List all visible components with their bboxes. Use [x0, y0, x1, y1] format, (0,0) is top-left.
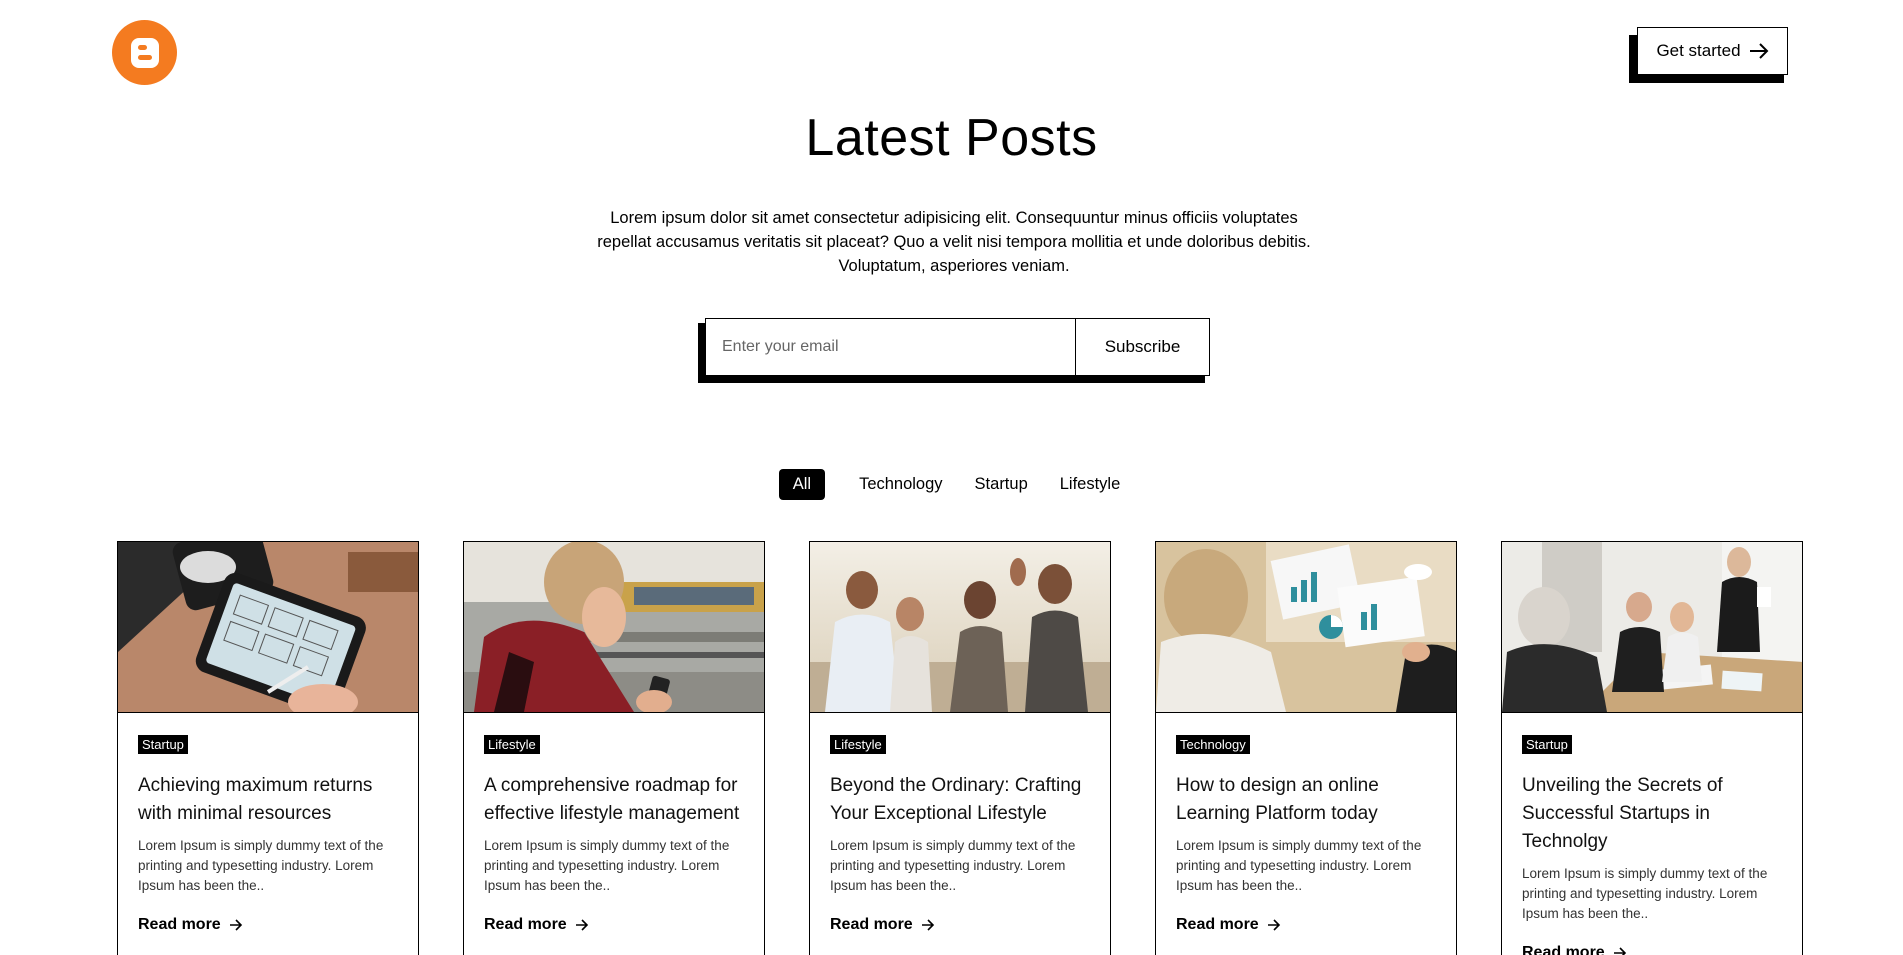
read-more-label: Read more — [138, 916, 221, 933]
post-title[interactable]: Achieving maximum returns with minimal r… — [138, 772, 398, 828]
subscribe-button[interactable]: Subscribe — [1075, 319, 1209, 375]
arrow-right-icon — [921, 919, 934, 931]
post-tag[interactable]: Lifestyle — [830, 735, 886, 754]
subscribe-form: Subscribe — [705, 318, 1210, 376]
post-tag[interactable]: Lifestyle — [484, 735, 540, 754]
post-card[interactable]: Lifestyle A comprehensive roadmap for ef… — [463, 541, 765, 955]
post-title[interactable]: Unveiling the Secrets of Successful Star… — [1522, 772, 1782, 856]
post-title[interactable]: Beyond the Ordinary: Crafting Your Excep… — [830, 772, 1090, 828]
post-tag[interactable]: Startup — [138, 735, 188, 754]
get-started-label: Get started — [1656, 41, 1741, 60]
tablet-wireframe-photo — [118, 542, 418, 712]
post-image — [118, 542, 418, 713]
read-more-link[interactable]: Read more — [1176, 916, 1436, 934]
post-excerpt: Lorem Ipsum is simply dummy text of the … — [1176, 838, 1422, 893]
post-image — [1502, 542, 1802, 713]
post-tag[interactable]: Technology — [1176, 735, 1250, 754]
arrow-right-icon — [1267, 919, 1280, 931]
blogger-logo[interactable] — [112, 20, 177, 85]
post-card[interactable]: Startup Unveiling the Secrets of Success… — [1501, 541, 1803, 955]
post-card[interactable]: Lifestyle Beyond the Ordinary: Crafting … — [809, 541, 1111, 955]
read-more-link[interactable]: Read more — [1522, 944, 1782, 955]
post-image — [464, 542, 764, 713]
get-started-wrapper: Get started — [1629, 27, 1800, 85]
woman-phone-photo — [464, 542, 764, 712]
post-image — [810, 542, 1110, 713]
post-card[interactable]: Technology How to design an online Learn… — [1155, 541, 1457, 955]
office-meeting-photo — [1502, 542, 1802, 712]
arrow-right-icon — [575, 919, 588, 931]
post-excerpt: Lorem Ipsum is simply dummy text of the … — [1522, 866, 1768, 921]
filter-all[interactable]: All — [778, 469, 826, 500]
email-input[interactable] — [706, 319, 1075, 375]
page-subtitle: Lorem ipsum dolor sit amet consectetur a… — [597, 209, 1311, 275]
post-title[interactable]: How to design an online Learning Platfor… — [1176, 772, 1436, 828]
charts-meeting-photo — [1156, 542, 1456, 712]
page-title: Latest Posts — [805, 109, 1098, 167]
filter-technology[interactable]: Technology — [855, 469, 946, 500]
read-more-label: Read more — [830, 916, 913, 933]
post-excerpt: Lorem Ipsum is simply dummy text of the … — [484, 838, 730, 893]
post-image — [1156, 542, 1456, 713]
page: Get started Latest Posts Lorem ipsum dol… — [0, 0, 1903, 955]
post-card[interactable]: Startup Achieving maximum returns with m… — [117, 541, 419, 955]
blogger-b-icon — [130, 37, 159, 68]
get-started-button[interactable]: Get started — [1637, 27, 1788, 75]
category-filters: All Technology Startup Lifestyle — [0, 469, 1903, 500]
read-more-label: Read more — [484, 916, 567, 933]
arrow-right-icon — [1749, 43, 1768, 59]
arrow-right-icon — [229, 919, 242, 931]
arrow-right-icon — [1613, 947, 1626, 955]
post-excerpt: Lorem Ipsum is simply dummy text of the … — [830, 838, 1076, 893]
post-tag[interactable]: Startup — [1522, 735, 1572, 754]
read-more-label: Read more — [1522, 944, 1605, 955]
read-more-link[interactable]: Read more — [830, 916, 1090, 934]
read-more-label: Read more — [1176, 916, 1259, 933]
friends-group-photo — [810, 542, 1110, 712]
read-more-link[interactable]: Read more — [484, 916, 744, 934]
post-title[interactable]: A comprehensive roadmap for effective li… — [484, 772, 744, 828]
filter-lifestyle[interactable]: Lifestyle — [1056, 469, 1125, 500]
read-more-link[interactable]: Read more — [138, 916, 398, 934]
post-excerpt: Lorem Ipsum is simply dummy text of the … — [138, 838, 384, 893]
filter-startup[interactable]: Startup — [971, 469, 1032, 500]
